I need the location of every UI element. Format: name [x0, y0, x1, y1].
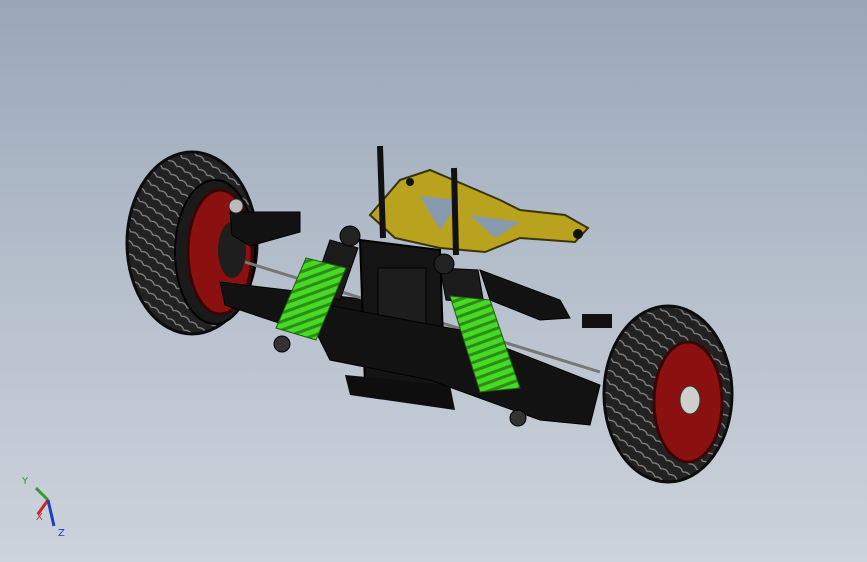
graphics-viewport[interactable]: Y X Z	[0, 0, 867, 562]
cad-model-rc-car-front-suspension[interactable]	[0, 0, 867, 562]
body-post-right[interactable]	[451, 167, 459, 256]
body-post-left[interactable]	[377, 145, 386, 239]
right-wheel[interactable]	[602, 304, 734, 484]
triad-y-axis	[34, 486, 50, 502]
triad-y-label: Y	[21, 476, 29, 487]
view-orientation-triad: Y X Z	[21, 476, 65, 538]
right-upper-arm[interactable]	[479, 269, 612, 328]
triad-z-label: Z	[58, 528, 65, 538]
triad-z-axis	[46, 499, 56, 527]
shock-tower-plate[interactable]	[368, 168, 590, 254]
left-upper-arm[interactable]	[228, 198, 301, 247]
triad-x-label: X	[36, 512, 43, 523]
right-hub	[679, 385, 701, 415]
